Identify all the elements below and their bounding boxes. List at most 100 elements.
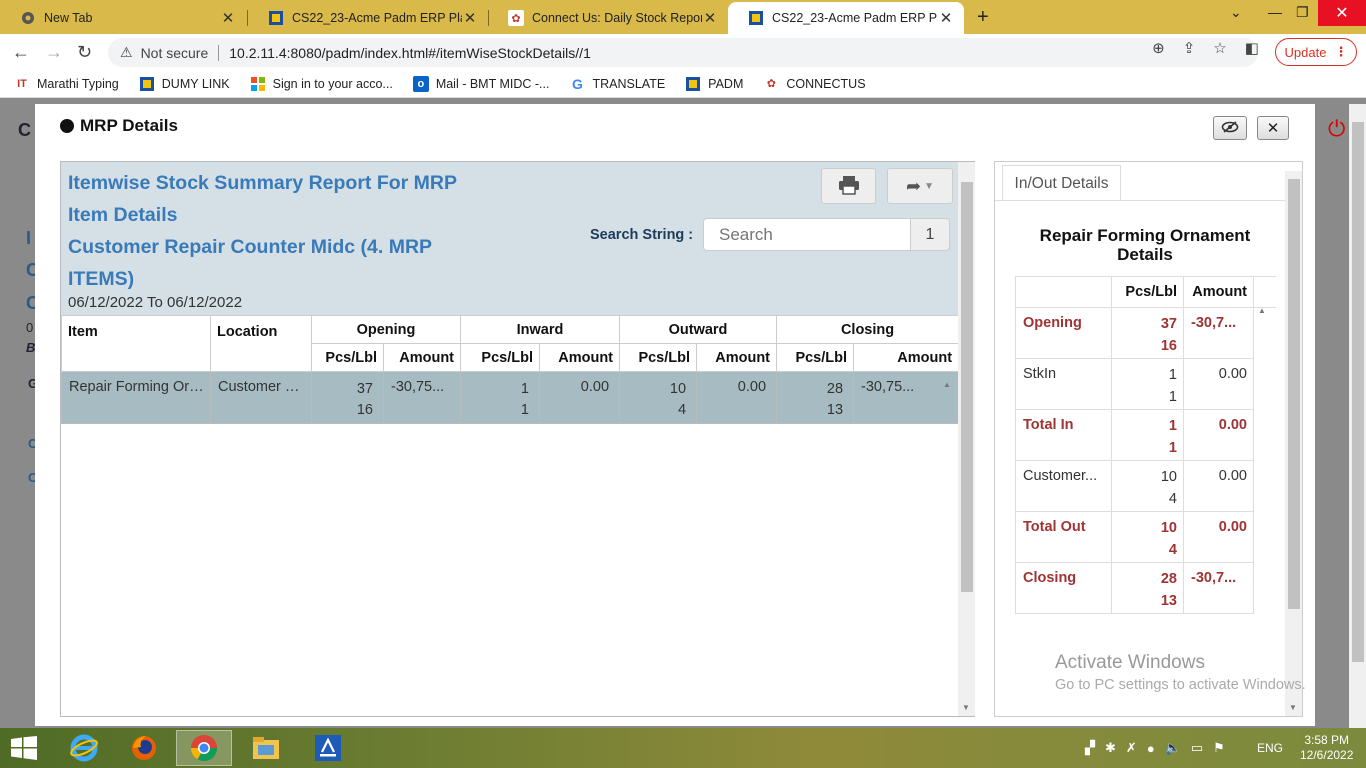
- column-header-opening-pcs[interactable]: Pcs/Lbl: [311, 343, 384, 372]
- app-tray-icon[interactable]: ✗: [1126, 740, 1137, 756]
- background-text-fragment: C: [18, 120, 31, 140]
- update-button[interactable]: Update ⋮: [1275, 38, 1357, 66]
- back-arrow-icon[interactable]: ←: [12, 42, 30, 63]
- minimize-icon[interactable]: —: [1268, 4, 1282, 20]
- tab-padm-1[interactable]: CS22_23-Acme Padm ERP Platfor ✕: [248, 2, 488, 34]
- side-panel-icon[interactable]: ◧: [1245, 39, 1259, 57]
- power-icon[interactable]: ⏻: [1328, 116, 1345, 142]
- table-scroll-up-arrow-icon[interactable]: ▲: [943, 380, 951, 389]
- report-header: Itemwise Stock Summary Report For MRP It…: [61, 162, 958, 315]
- table-row-customer: Customer... 10 4 0.00: [1015, 460, 1276, 512]
- page-scrollbar[interactable]: [1349, 104, 1366, 728]
- column-header-closing-pcs[interactable]: Pcs/Lbl: [776, 343, 855, 372]
- scroll-up-arrow-icon[interactable]: ▲: [1258, 308, 1266, 316]
- table-row[interactable]: Repair Forming Ornament Customer Repair …: [61, 371, 960, 424]
- column-header-location[interactable]: Location: [210, 315, 312, 372]
- close-tab-icon[interactable]: ✕: [462, 9, 478, 27]
- bookmark-marathi-typing[interactable]: IT Marathi Typing: [14, 76, 119, 92]
- bluetooth-icon[interactable]: ✱: [1105, 740, 1116, 756]
- side-panel-scrollbar-thumb[interactable]: [1288, 179, 1300, 609]
- power-status-icon[interactable]: ▭: [1191, 740, 1203, 756]
- tab-new-tab[interactable]: New Tab ✕: [0, 2, 246, 34]
- reload-icon[interactable]: ↻: [77, 42, 92, 63]
- input-language[interactable]: ENG: [1257, 741, 1283, 755]
- in-out-details-table: Pcs/Lbl Amount Opening 37 16 -30,7... ▲ S…: [1015, 276, 1276, 614]
- column-header-item[interactable]: Item: [61, 315, 211, 372]
- report-scrollbar-thumb[interactable]: [961, 182, 973, 592]
- side-panel-scrollbar[interactable]: ▼: [1285, 171, 1302, 716]
- browser-tab-bar: New Tab ✕ CS22_23-Acme Padm ERP Platfor …: [0, 0, 1366, 34]
- tab-connectus[interactable]: ✿ Connect Us: Daily Stock Report ✕: [488, 2, 728, 34]
- forward-arrow-icon[interactable]: →: [45, 42, 63, 63]
- google-icon: G: [572, 75, 583, 92]
- report-date-range: 06/12/2022 To 06/12/2022: [68, 294, 243, 311]
- volume-icon[interactable]: 🔈: [1165, 740, 1181, 756]
- bookmark-translate[interactable]: G TRANSLATE: [569, 76, 665, 92]
- bookmark-connectus[interactable]: ✿ CONNECTUS: [763, 76, 866, 92]
- share-icon[interactable]: ⇪: [1183, 39, 1196, 57]
- more-vertical-icon: ⋮: [1334, 44, 1348, 59]
- modal-close-button[interactable]: ✕: [1257, 116, 1289, 140]
- start-windows-icon[interactable]: [10, 736, 38, 760]
- column-group-outward: Outward: [619, 315, 778, 344]
- page-scrollbar-thumb[interactable]: [1352, 122, 1364, 662]
- table-row-opening: Opening 37 16 -30,7... ▲: [1015, 307, 1276, 614]
- search-input[interactable]: [703, 218, 911, 251]
- firefox-icon[interactable]: [116, 730, 172, 766]
- new-tab-plus-icon[interactable]: +: [977, 6, 989, 29]
- side-scroll-track[interactable]: ▲: [1253, 307, 1276, 614]
- side-panel-title: Repair Forming Ornament Details: [1039, 226, 1251, 264]
- stock-summary-table: Item Location Opening Inward Outward Clo…: [61, 315, 960, 424]
- scanner-app-icon[interactable]: [300, 730, 356, 766]
- column-header-outward-amount[interactable]: Amount: [696, 343, 778, 372]
- flag-notification-icon[interactable]: ⚑: [1213, 740, 1225, 756]
- url-divider: [218, 44, 220, 61]
- column-header-inward-pcs[interactable]: Pcs/Lbl: [460, 343, 540, 372]
- column-header-closing-amount[interactable]: Amount: [853, 343, 960, 372]
- bookmark-padm[interactable]: PADM: [685, 76, 743, 92]
- scroll-down-arrow-icon[interactable]: ▼: [1289, 703, 1297, 712]
- report-scrollbar[interactable]: ▼: [958, 162, 975, 716]
- zoom-icon[interactable]: ⊕: [1152, 39, 1165, 57]
- tab-in-out-details[interactable]: In/Out Details: [1002, 165, 1121, 201]
- column-header-opening-amount[interactable]: Amount: [383, 343, 461, 372]
- column-header-outward-pcs[interactable]: Pcs/Lbl: [619, 343, 698, 372]
- close-tab-icon[interactable]: ✕: [938, 9, 954, 27]
- table-row-total-in: Total In 11 0.00: [1015, 409, 1276, 461]
- url-text: 10.2.11.4:8080/padm/index.html#/itemWise…: [229, 44, 591, 61]
- maximize-icon[interactable]: ❐: [1296, 4, 1309, 21]
- bookmark-mail[interactable]: o Mail - BMT MIDC -...: [412, 75, 549, 92]
- toggle-visibility-button[interactable]: [1213, 116, 1247, 140]
- url-field[interactable]: ⚠ Not secure 10.2.11.4:8080/padm/index.h…: [108, 38, 1258, 67]
- padm-icon: [685, 76, 701, 92]
- bookmark-star-icon[interactable]: ☆: [1213, 39, 1226, 57]
- tab-padm-active[interactable]: CS22_23-Acme Padm ERP Platfor ✕: [728, 2, 964, 34]
- eye-slash-icon: [1221, 120, 1239, 136]
- internet-explorer-icon[interactable]: [56, 730, 112, 766]
- cell-closing-pcs: 28 13: [776, 371, 855, 424]
- stock-summary-report: Itemwise Stock Summary Report For MRP It…: [60, 161, 975, 717]
- report-subtitle: Item Details: [68, 204, 178, 226]
- chrome-icon: [20, 10, 36, 26]
- chrome-taskbar-icon[interactable]: [176, 730, 232, 766]
- close-tab-icon[interactable]: ✕: [702, 9, 718, 27]
- record-icon[interactable]: ●: [1147, 741, 1155, 756]
- print-button[interactable]: [821, 168, 876, 204]
- cell-inward-amount: 0.00: [538, 371, 621, 424]
- file-explorer-icon[interactable]: [238, 730, 294, 766]
- tab-search-chevron-icon[interactable]: ⌄: [1230, 4, 1242, 21]
- window-close-icon[interactable]: ✕: [1318, 0, 1366, 26]
- bookmark-dumy-link[interactable]: DUMY LINK: [139, 76, 230, 92]
- bookmark-sign-in[interactable]: Sign in to your acco...: [250, 76, 393, 92]
- column-header-amount: Amount: [1183, 276, 1254, 308]
- column-header-inward-amount[interactable]: Amount: [538, 343, 621, 372]
- report-location-title-cont: ITEMS): [68, 268, 135, 290]
- close-tab-icon[interactable]: ✕: [220, 9, 236, 27]
- network-signal-icon[interactable]: ▞: [1085, 740, 1095, 756]
- cell-location: Customer Repair Counter: [210, 371, 312, 424]
- column-header-spacer: [1253, 276, 1276, 308]
- taskbar-clock[interactable]: 3:58 PM 12/6/2022: [1300, 733, 1353, 763]
- column-header-label: [1015, 276, 1112, 308]
- export-dropdown-button[interactable]: ➦ ▼: [887, 168, 953, 204]
- scroll-down-arrow-icon[interactable]: ▼: [962, 703, 970, 712]
